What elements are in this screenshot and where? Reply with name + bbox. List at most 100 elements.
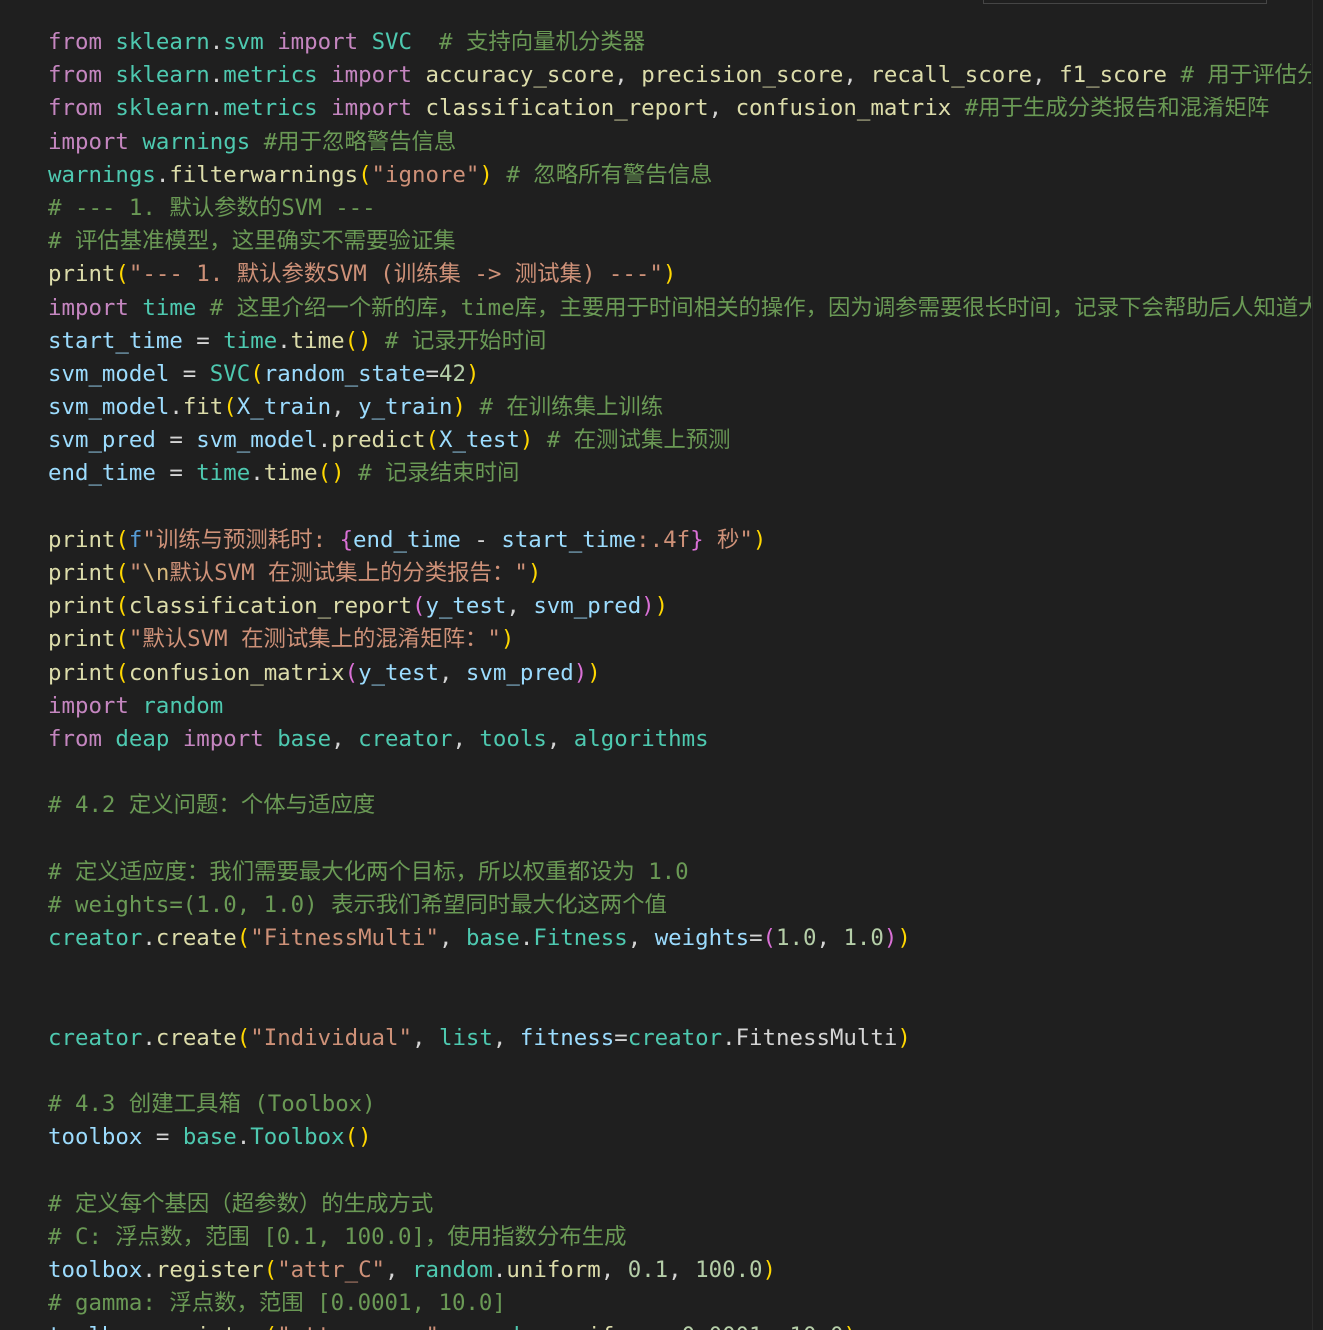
code-token: . [142,1323,155,1330]
code-token: ( [762,925,777,952]
code-line[interactable]: # --- 1. 默认参数的SVM --- [48,192,1311,225]
code-line[interactable]: from sklearn.svm import SVC # 支持向量机分类器 [48,26,1311,59]
code-line[interactable]: ​ [48,823,1311,856]
code-area[interactable]: from sklearn.svm import SVC # 支持向量机分类器 fr… [48,26,1311,1330]
code-line[interactable]: print(f"训练与预测耗时: {end_time - start_time:… [48,524,1311,557]
code-token: ( [236,925,251,952]
code-token: ( [115,659,129,686]
code-token: Toolbox [250,1124,345,1151]
code-token: # 4.3 创建工具箱 (Toolbox) [48,1091,376,1117]
code-line[interactable]: print("--- 1. 默认参数SVM (训练集 -> 测试集) ---") [48,258,1311,291]
code-line[interactable]: # 定义适应度：我们需要最大化两个目标，所以权重都设为 1.0 [48,856,1311,889]
code-line[interactable]: # 评估基准模型，这里确实不需要验证集 [48,225,1311,258]
code-token: base [277,725,332,752]
code-line[interactable]: ​ [48,1154,1311,1187]
code-token: \n [142,560,170,586]
code-line[interactable]: svm_model.fit(X_train, y_train) # 在训练集上训… [48,391,1311,424]
code-token: ) [479,161,493,188]
code-line[interactable]: print("\n默认SVM 在测试集上的分类报告：") [48,557,1311,590]
code-token: creator [48,925,143,952]
code-line[interactable]: # 4.2 定义问题：个体与适应度 [48,789,1311,822]
code-token: toolbox [48,1256,143,1283]
code-token: start_time [48,327,183,354]
code-token: y_test [358,659,439,686]
code-line[interactable]: toolbox.register("attr_gamma", random.un… [48,1320,1311,1330]
code-line[interactable]: warnings.filterwarnings("ignore") # 忽略所有… [48,159,1311,192]
code-line[interactable]: creator.create("FitnessMulti", base.Fitn… [48,922,1311,955]
code-line[interactable]: ​ [48,1055,1311,1088]
code-token: , [668,1256,696,1283]
code-token: , [816,925,844,952]
code-token: fit [182,394,224,421]
code-token: , [506,593,534,620]
code-line[interactable]: svm_model = SVC(random_state=42) [48,358,1311,391]
code-token: ) [500,626,515,653]
code-token: , [627,925,655,952]
code-line[interactable]: print("默认SVM 在测试集上的混淆矩阵：") [48,623,1311,656]
code-token: FitnessMulti [735,1024,898,1051]
code-token: random [466,1323,547,1330]
code-token: ( [115,261,129,288]
code-token: end_time [353,526,461,553]
code-editor[interactable]: from sklearn.svm import SVC # 支持向量机分类器 fr… [0,0,1323,1330]
code-line[interactable]: # 定义每个基因（超参数）的生成方式 [48,1188,1311,1221]
code-line[interactable]: # C: 浮点数，范围 [0.1, 100.0]，使用指数分布生成 [48,1221,1311,1254]
code-line[interactable]: import warnings #用于忽略警告信息 [48,126,1311,159]
code-token: create [155,1024,237,1051]
code-line[interactable]: import random [48,690,1311,723]
code-line[interactable]: svm_pred = svm_model.predict(X_test) # 在… [48,424,1311,457]
code-line[interactable]: start_time = time.time() # 记录开始时间 [48,325,1311,358]
code-token: random [142,692,224,719]
code-token: # 忽略所有警告信息 [506,161,713,188]
code-line[interactable]: from sklearn.metrics import accuracy_sco… [48,59,1311,92]
code-token: , [655,1323,682,1330]
code-token: ) [843,1323,856,1330]
code-token: , [385,1256,412,1283]
code-line[interactable]: import time # 这里介绍一个新的库，time库，主要用于时间相关的操… [48,292,1311,325]
code-token: time [223,327,278,354]
code-line[interactable]: toolbox.register("attr_C", random.unifor… [48,1254,1311,1287]
code-line[interactable]: toolbox = base.Toolbox() [48,1121,1311,1154]
code-line[interactable]: print(classification_report(y_test, svm_… [48,590,1311,623]
code-line[interactable]: ​ [48,955,1311,988]
code-token: svm [223,29,264,55]
code-token: X_test [438,427,520,454]
code-line[interactable]: # weights=(1.0, 1.0) 表示我们希望同时最大化这两个值 [48,889,1311,922]
code-token: base [182,1124,237,1151]
code-line[interactable]: print(confusion_matrix(y_test, svm_pred)… [48,657,1311,690]
code-token: Fitness [533,925,628,952]
code-token: . [277,327,291,354]
code-token: ) [573,659,588,686]
code-token: = [425,360,439,387]
code-line[interactable]: ​ [48,491,1311,524]
code-line[interactable]: end_time = time.time() # 记录结束时间 [48,457,1311,490]
code-token: accuracy_score [425,62,615,89]
code-token: , [492,1024,520,1051]
code-line[interactable]: ​ [48,988,1311,1021]
code-token: print [48,560,116,586]
code-token: = [155,427,197,454]
code-token: . [236,1124,251,1151]
code-token: ) [662,261,677,288]
code-token: "FitnessMulti" [250,925,439,952]
code-token: # weights=(1.0, 1.0) 表示我们希望同时最大化这两个值 [48,891,667,918]
code-line[interactable]: ​ [48,756,1311,789]
code-line[interactable]: from deap import base, creator, tools, a… [48,723,1311,756]
code-line[interactable]: from sklearn.metrics import classificati… [48,92,1311,125]
code-line[interactable]: # gamma: 浮点数，范围 [0.0001, 10.0] [48,1287,1311,1320]
code-line[interactable]: # 4.3 创建工具箱 (Toolbox) [48,1088,1311,1121]
code-line[interactable]: creator.create("Individual", list, fitne… [48,1022,1311,1055]
code-token: = [169,360,210,387]
code-token: y_train [358,394,453,421]
code-token: 秒" [703,526,753,553]
vertical-scrollbar[interactable] [1312,0,1323,1330]
code-token: ( [425,427,439,454]
